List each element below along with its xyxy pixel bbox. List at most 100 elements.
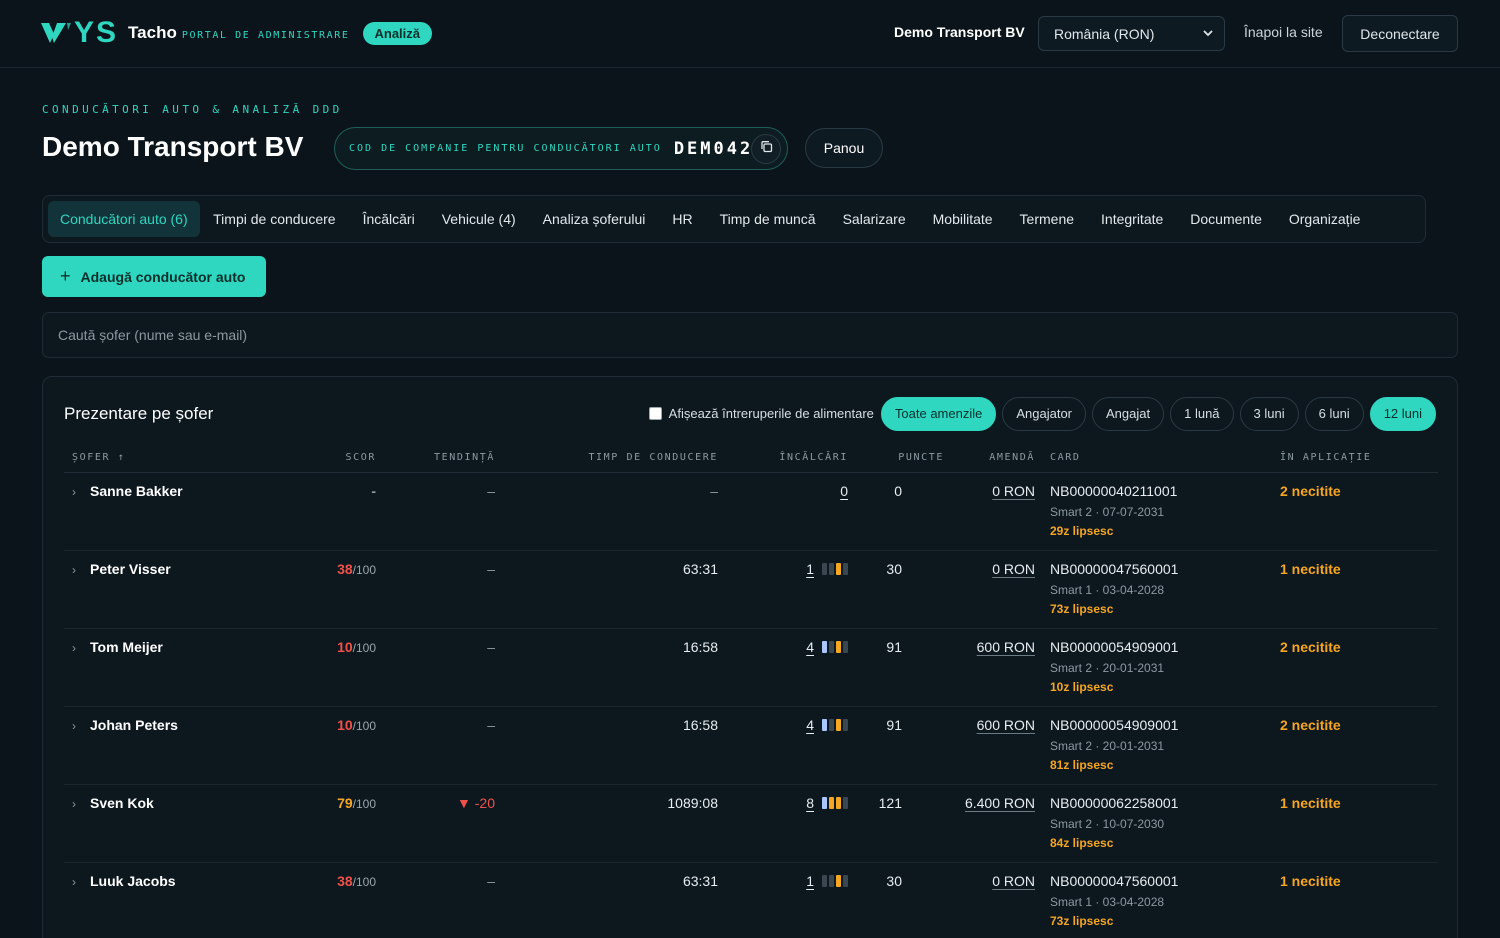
tab-4[interactable]: Analiza șoferului <box>529 201 659 237</box>
infringement-count[interactable]: 4 <box>806 717 814 733</box>
table-row[interactable]: › Luuk Jacobs 38/100 – 63:31 1 30 0 RON NB000000… <box>64 863 1438 938</box>
driver-search-input[interactable] <box>42 312 1458 358</box>
chevron-down-icon <box>1202 26 1214 42</box>
panel-title: Prezentare pe șofer <box>64 404 214 423</box>
driver-name[interactable]: Johan Peters <box>90 717 178 733</box>
tab-10[interactable]: Integritate <box>1088 201 1177 237</box>
infringement-count[interactable]: 4 <box>806 639 814 655</box>
driver-trend: – <box>487 561 495 577</box>
tab-3[interactable]: Vehicule (4) <box>428 201 529 237</box>
card-meta: Smart 2 · 20-01-2031 <box>1050 739 1165 753</box>
col-in-app[interactable]: ÎN APLICAȚIE <box>1280 452 1371 463</box>
table-row[interactable]: › Sven Kok 79/100 ▼ -20 1089:08 8 121 6.400 RON… <box>64 785 1438 863</box>
driver-score: - <box>371 483 376 499</box>
infringements[interactable]: 1 <box>806 873 848 889</box>
fine-amount[interactable]: 0 RON <box>992 873 1035 889</box>
card-number: NB00000047560001 <box>1050 873 1179 889</box>
severity-bar <box>829 797 834 809</box>
dashboard-button[interactable]: Panou <box>805 128 883 168</box>
period-filter-0[interactable]: 1 lună <box>1170 396 1234 431</box>
tab-7[interactable]: Salarizare <box>829 201 919 237</box>
expand-chevron-icon[interactable]: › <box>72 719 76 733</box>
infringement-count[interactable]: 1 <box>806 873 814 889</box>
expand-chevron-icon[interactable]: › <box>72 485 76 499</box>
tab-6[interactable]: Timp de muncă <box>706 201 829 237</box>
col-points[interactable]: PUNCTE <box>898 452 944 463</box>
infringement-count[interactable]: 0 <box>840 483 848 499</box>
tab-8[interactable]: Mobilitate <box>919 201 1006 237</box>
driver-trend: ▼ -20 <box>457 795 495 811</box>
score-max: /100 <box>352 797 376 811</box>
driver-name[interactable]: Tom Meijer <box>90 639 163 655</box>
unread-messages[interactable]: 1 necitite <box>1280 561 1341 577</box>
severity-bar <box>843 563 848 575</box>
driver-name[interactable]: Sanne Bakker <box>90 483 183 499</box>
tab-1[interactable]: Timpi de conducere <box>200 201 349 237</box>
tab-9[interactable]: Termene <box>1006 201 1087 237</box>
unread-messages[interactable]: 2 necitite <box>1280 717 1341 733</box>
copy-code-button[interactable] <box>751 134 781 164</box>
tab-5[interactable]: HR <box>659 201 706 237</box>
period-filter-3[interactable]: 12 luni <box>1369 396 1436 431</box>
col-trend[interactable]: TENDINȚĂ <box>434 452 495 463</box>
expand-chevron-icon[interactable]: › <box>72 641 76 655</box>
fuel-stops-checkbox[interactable] <box>648 407 662 420</box>
table-row[interactable]: › Sanne Bakker - – – 0 0 0 RON NB00000040211001 S… <box>64 473 1438 551</box>
fine-filter-2[interactable]: Angajat <box>1092 396 1165 431</box>
fine-amount[interactable]: 600 RON <box>977 639 1035 655</box>
tab-11[interactable]: Documente <box>1177 201 1276 237</box>
logo-text: YS <box>74 16 119 49</box>
severity-bar <box>829 875 834 887</box>
driver-name[interactable]: Sven Kok <box>90 795 154 811</box>
infringements[interactable]: 4 <box>806 639 848 655</box>
infringements[interactable]: 8 <box>806 795 848 811</box>
col-drive-time[interactable]: TIMP DE CONDUCERE <box>588 452 718 463</box>
col-fine[interactable]: AMENDĂ <box>989 452 1035 463</box>
driver-name[interactable]: Peter Visser <box>90 561 171 577</box>
fine-amount[interactable]: 6.400 RON <box>965 795 1035 811</box>
fine-amount[interactable]: 600 RON <box>977 717 1035 733</box>
col-infringements[interactable]: ÎNCĂLCĂRI <box>779 452 848 463</box>
infringements[interactable]: 0 <box>840 483 848 499</box>
expand-chevron-icon[interactable]: › <box>72 797 76 811</box>
infringements[interactable]: 1 <box>806 561 848 577</box>
logo[interactable]: YS Tacho PORTAL DE ADMINISTRARE Analiză <box>40 16 433 49</box>
fuel-stops-toggle[interactable]: Afișează întreruperile de alimentare <box>648 406 874 421</box>
logout-button[interactable]: Deconectare <box>1342 15 1458 52</box>
period-filter-1[interactable]: 3 luni <box>1239 396 1299 431</box>
driver-score: 38/100 <box>337 561 376 577</box>
country-select[interactable]: România (RON) <box>1038 16 1225 51</box>
expand-chevron-icon[interactable]: › <box>72 875 76 889</box>
infringement-count[interactable]: 1 <box>806 561 814 577</box>
score-value: 79 <box>337 795 353 811</box>
fine-amount[interactable]: 0 RON <box>992 483 1035 499</box>
unread-messages[interactable]: 1 necitite <box>1280 795 1341 811</box>
severity-bar <box>836 641 841 653</box>
points: 91 <box>886 639 902 655</box>
infringements[interactable]: 4 <box>806 717 848 733</box>
unread-messages[interactable]: 2 necitite <box>1280 483 1341 499</box>
table-row[interactable]: › Peter Visser 38/100 – 63:31 1 30 0 RON NB00000… <box>64 551 1438 629</box>
tab-2[interactable]: Încălcări <box>349 201 428 237</box>
table-row[interactable]: › Johan Peters 10/100 – 16:58 4 91 600 RON NB000… <box>64 707 1438 785</box>
tab-0[interactable]: Conducători auto (6) <box>48 201 200 237</box>
expand-chevron-icon[interactable]: › <box>72 563 76 577</box>
score-max: /100 <box>352 719 376 733</box>
driver-overview-panel: Prezentare pe șofer Afișează întreruperi… <box>42 376 1458 938</box>
add-driver-button[interactable]: + Adaugă conducător auto <box>42 256 266 297</box>
table-row[interactable]: › Tom Meijer 10/100 – 16:58 4 91 600 RON NB00000… <box>64 629 1438 707</box>
fine-filter-1[interactable]: Angajator <box>1002 396 1087 431</box>
back-to-site-link[interactable]: Înapoi la site <box>1244 24 1323 40</box>
col-score[interactable]: SCOR <box>346 452 376 463</box>
col-driver[interactable]: ȘOFER ↑ <box>72 452 125 463</box>
fine-filter-0[interactable]: Toate amenzile <box>880 396 997 431</box>
infringement-count[interactable]: 8 <box>806 795 814 811</box>
period-filter-2[interactable]: 6 luni <box>1304 396 1364 431</box>
unread-messages[interactable]: 1 necitite <box>1280 873 1341 889</box>
page-eyebrow: CONDUCĂTORI AUTO & ANALIZĂ DDD <box>42 103 343 116</box>
unread-messages[interactable]: 2 necitite <box>1280 639 1341 655</box>
driver-name[interactable]: Luuk Jacobs <box>90 873 176 889</box>
fine-amount[interactable]: 0 RON <box>992 561 1035 577</box>
col-card[interactable]: CARD <box>1050 452 1080 463</box>
tab-12[interactable]: Organizație <box>1275 201 1374 237</box>
